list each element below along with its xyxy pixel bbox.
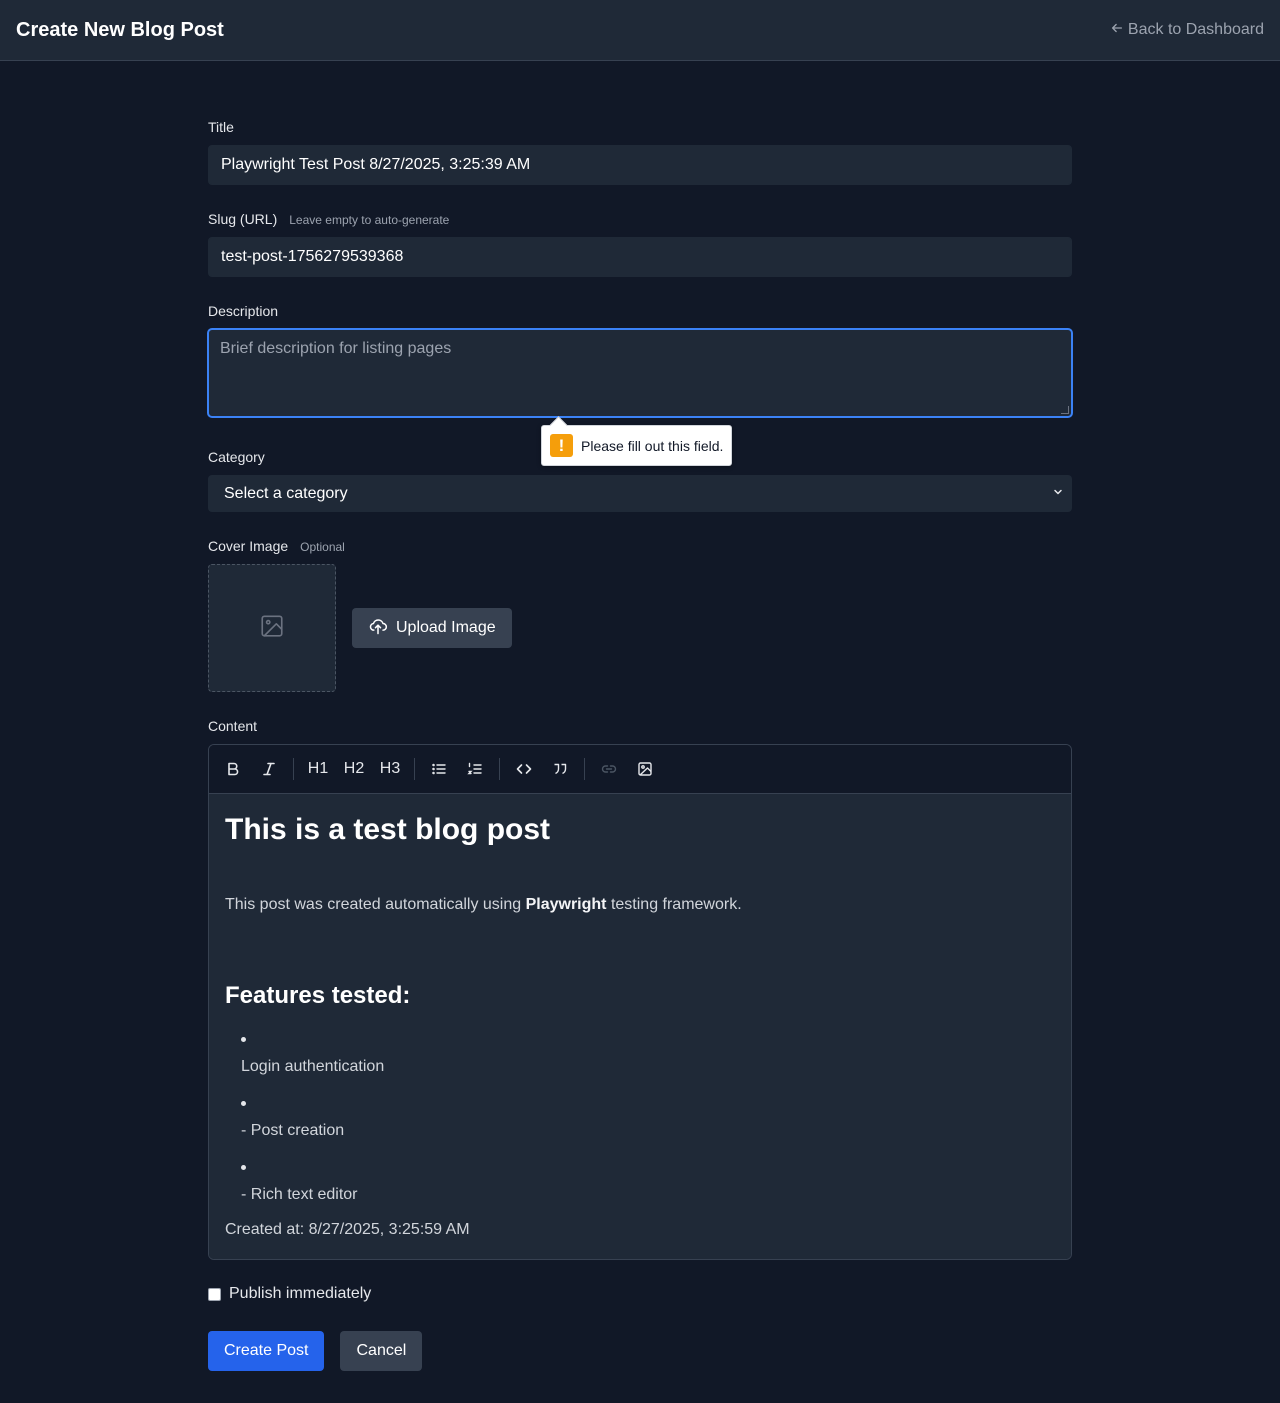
description-placeholder: Brief description for listing pages bbox=[220, 340, 452, 357]
title-input-value: Playwright Test Post 8/27/2025, 3:25:39 … bbox=[221, 156, 531, 173]
warning-icon: ! bbox=[550, 434, 573, 457]
editor-content-area[interactable]: This is a test blog post This post was c… bbox=[209, 794, 1071, 1259]
list-item: Login authentication bbox=[241, 1033, 1055, 1097]
upload-image-label: Upload Image bbox=[396, 619, 496, 636]
toolbar-divider bbox=[584, 758, 585, 780]
list-item: - Post creation bbox=[241, 1097, 1055, 1161]
upload-image-button[interactable]: Upload Image bbox=[352, 608, 512, 648]
slug-label: Slug (URL) bbox=[208, 211, 278, 227]
content-paragraph: This post was created automatically usin… bbox=[225, 896, 1055, 914]
title-label-row: Title bbox=[208, 119, 234, 135]
publish-label[interactable]: Publish immediately bbox=[229, 1285, 371, 1303]
content-label-row: Content bbox=[208, 718, 257, 734]
cover-hint: Optional bbox=[300, 540, 345, 554]
cover-label: Cover Image bbox=[208, 538, 289, 554]
image-placeholder-icon bbox=[259, 613, 285, 644]
italic-icon bbox=[263, 762, 275, 776]
slug-input-value: test-post-1756279539368 bbox=[221, 248, 404, 265]
toolbar-divider bbox=[414, 758, 415, 780]
validation-message: Please fill out this field. bbox=[581, 437, 724, 454]
bullet-list-button[interactable] bbox=[423, 753, 455, 785]
chevron-down-icon bbox=[1052, 485, 1062, 503]
form-actions: Create Post Cancel bbox=[208, 1331, 423, 1371]
title-input[interactable]: Playwright Test Post 8/27/2025, 3:25:39 … bbox=[208, 145, 1072, 185]
ordered-list-button[interactable] bbox=[459, 753, 491, 785]
back-to-dashboard-link[interactable]: Back to Dashboard bbox=[1110, 21, 1264, 40]
description-label: Description bbox=[208, 303, 279, 319]
toolbar-divider bbox=[499, 758, 500, 780]
list-item: - Rich text editor bbox=[241, 1161, 1055, 1225]
category-label-row: Category bbox=[208, 449, 265, 465]
cover-image-row: Upload Image bbox=[208, 564, 512, 692]
category-label: Category bbox=[208, 449, 265, 465]
heading-3-button[interactable]: H3 bbox=[374, 753, 406, 785]
content-bullet-list: Login authentication - Post creation - R… bbox=[225, 1033, 1055, 1225]
paragraph-text-end: testing framework. bbox=[606, 896, 742, 913]
insert-image-button[interactable] bbox=[629, 753, 661, 785]
code-button[interactable] bbox=[508, 753, 540, 785]
heading-2-button[interactable]: H2 bbox=[338, 753, 370, 785]
code-icon bbox=[516, 764, 532, 774]
image-icon bbox=[638, 762, 652, 776]
ordered-list-icon bbox=[467, 762, 482, 775]
description-label-row: Description bbox=[208, 303, 278, 319]
validation-tooltip: ! Please fill out this field. bbox=[541, 425, 733, 466]
cover-image-dropzone[interactable] bbox=[208, 564, 336, 692]
resize-grip-icon[interactable] bbox=[1061, 406, 1069, 414]
category-selected-value: Select a category bbox=[224, 484, 348, 502]
rich-text-editor: H1 H2 H3 This is a test blog post This p… bbox=[208, 744, 1072, 1260]
back-link-label: Back to Dashboard bbox=[1127, 21, 1264, 38]
paragraph-text-start: This post was created automatically usin… bbox=[225, 896, 526, 913]
cover-label-row: Cover Image Optional bbox=[208, 538, 345, 554]
publish-checkbox[interactable] bbox=[208, 1287, 221, 1301]
publish-row: Publish immediately bbox=[208, 1285, 371, 1303]
title-label: Title bbox=[208, 119, 234, 135]
slug-input[interactable]: test-post-1756279539368 bbox=[208, 237, 1072, 277]
editor-toolbar: H1 H2 H3 bbox=[209, 745, 1071, 794]
slug-hint: Leave empty to auto-generate bbox=[289, 213, 450, 227]
page-title: Create New Blog Post bbox=[16, 18, 224, 41]
content-heading: This is a test blog post bbox=[225, 813, 551, 846]
cloud-upload-icon bbox=[368, 616, 388, 641]
heading-1-button[interactable]: H1 bbox=[302, 753, 334, 785]
arrow-left-icon bbox=[1110, 21, 1124, 40]
paragraph-bold-text: Playwright bbox=[525, 896, 607, 913]
content-label: Content bbox=[208, 718, 258, 734]
top-bar: Create New Blog Post Back to Dashboard bbox=[0, 0, 1280, 61]
create-post-button[interactable]: Create Post bbox=[208, 1331, 325, 1371]
toolbar-divider bbox=[293, 758, 294, 780]
link-icon bbox=[601, 765, 617, 773]
bullet-list-icon bbox=[432, 763, 446, 775]
italic-button[interactable] bbox=[253, 753, 285, 785]
bold-button[interactable] bbox=[217, 753, 249, 785]
quote-icon bbox=[554, 763, 567, 775]
description-textarea[interactable]: Brief description for listing pages bbox=[207, 328, 1073, 418]
cancel-button[interactable]: Cancel bbox=[340, 1331, 423, 1371]
quote-button[interactable] bbox=[544, 753, 576, 785]
content-subheading: Features tested: bbox=[225, 982, 411, 1009]
slug-label-row: Slug (URL) Leave empty to auto-generate bbox=[208, 211, 449, 227]
category-select[interactable]: Select a category bbox=[208, 475, 1072, 512]
link-button[interactable] bbox=[593, 753, 625, 785]
bold-icon bbox=[228, 762, 239, 776]
